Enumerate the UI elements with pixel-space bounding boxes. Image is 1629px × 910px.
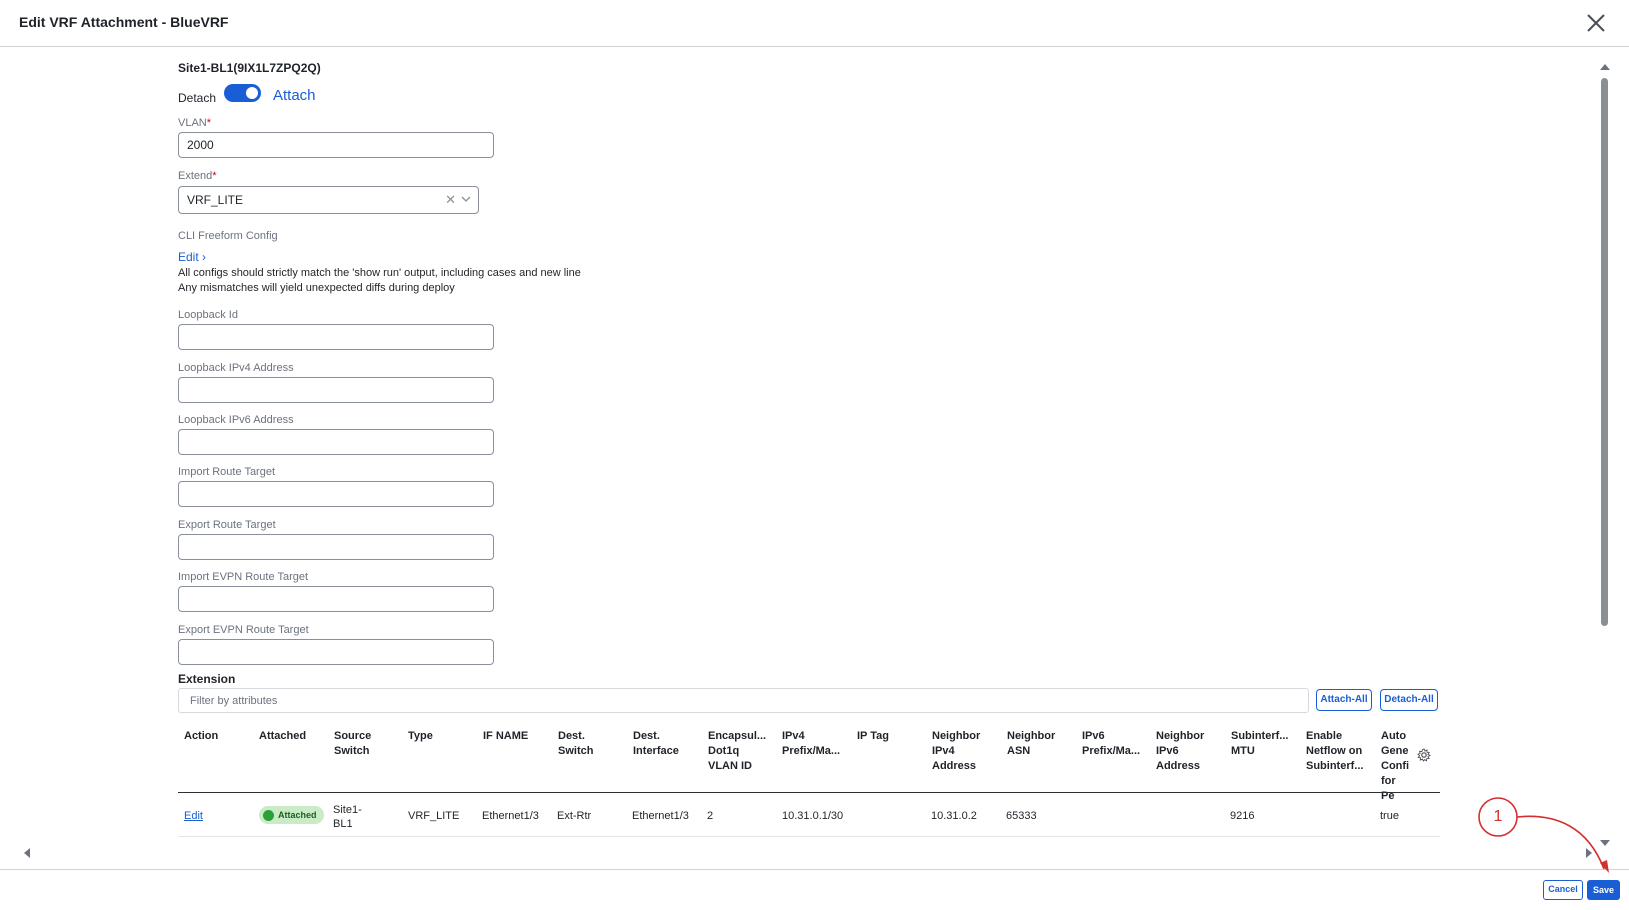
- required-mark: *: [206, 117, 212, 129]
- filter-input[interactable]: Filter by attributes: [178, 688, 1309, 713]
- note-line-1: All configs should strictly match the 's…: [178, 267, 581, 279]
- column-header: Enable Netflow on Subinterf...: [1306, 730, 1364, 772]
- attach-toggle[interactable]: [224, 84, 261, 102]
- vertical-scrollbar[interactable]: [1598, 60, 1612, 850]
- cell-dest-switch: Ext-Rtr: [557, 810, 592, 822]
- cell-type: VRF_LITE: [408, 810, 460, 822]
- dialog-footer: Cancel Save: [0, 869, 1629, 910]
- import-evpn-rt-input[interactable]: [178, 586, 494, 612]
- cell-mtu: 9216: [1230, 810, 1255, 822]
- attach-label: Attach: [273, 87, 316, 104]
- note-line-2: Any mismatches will yield unexpected dif…: [178, 282, 455, 294]
- extend-value: VRF_LITE: [187, 193, 244, 207]
- loopback-ipv4-input[interactable]: [178, 377, 494, 403]
- cell-source-switch: Site1- BL1: [333, 804, 362, 830]
- row-divider: [178, 836, 1440, 837]
- loopback-ipv4-label: Loopback IPv4 Address: [178, 362, 294, 374]
- cell-auto-generate: true: [1380, 810, 1399, 822]
- cell-dest-interface: Ethernet1/3: [632, 810, 689, 822]
- close-icon[interactable]: [1585, 12, 1607, 34]
- export-evpn-rt-input[interactable]: [178, 639, 494, 665]
- column-header: Neighbor IPv4 Address: [932, 730, 981, 772]
- cell-neighbor-ipv4: 10.31.0.2: [931, 810, 977, 822]
- column-header: Neighbor ASN: [1007, 730, 1056, 757]
- column-header: Dest. Interface: [633, 730, 679, 757]
- column-header: Neighbor IPv6 Address: [1156, 730, 1205, 772]
- export-rt-input[interactable]: [178, 534, 494, 560]
- loopback-ipv6-label: Loopback IPv6 Address: [178, 414, 294, 426]
- clear-icon[interactable]: ✕: [445, 192, 456, 208]
- status-badge: Attached: [259, 806, 324, 824]
- vlan-input[interactable]: 2000: [178, 132, 494, 158]
- column-header: Attached: [259, 730, 307, 742]
- column-header: Dest. Switch: [558, 730, 594, 757]
- column-header: Encapsul... Dot1q VLAN ID: [708, 730, 767, 772]
- column-header: Subinterf... MTU: [1231, 730, 1289, 757]
- detach-label: Detach: [178, 91, 217, 105]
- extension-title: Extension: [178, 672, 236, 686]
- loopback-id-label: Loopback Id: [178, 309, 238, 321]
- vlan-label: VLAN*: [178, 117, 212, 129]
- column-header: Action: [184, 730, 219, 742]
- loopback-id-input[interactable]: [178, 324, 494, 350]
- cancel-button[interactable]: Cancel: [1543, 880, 1583, 900]
- column-header: IPv4 Prefix/Ma...: [782, 730, 841, 757]
- import-evpn-rt-label: Import EVPN Route Target: [178, 571, 309, 583]
- horizontal-scrollbar[interactable]: [18, 846, 1598, 860]
- status-dot-icon: [263, 809, 274, 821]
- row-edit-link[interactable]: Edit: [184, 810, 203, 822]
- loopback-ipv6-input[interactable]: [178, 429, 494, 455]
- dialog-header: Edit VRF Attachment - BlueVRF: [0, 0, 1629, 47]
- switch-name: Site1-BL1(9IX1L7ZPQ2Q): [178, 61, 321, 75]
- column-header: IF NAME: [483, 730, 529, 742]
- toggle-knob: [246, 87, 258, 99]
- cli-freeform-label: CLI Freeform Config: [178, 230, 278, 242]
- export-evpn-rt-label: Export EVPN Route Target: [178, 624, 309, 636]
- cell-neighbor-asn: 65333: [1006, 810, 1037, 822]
- save-button[interactable]: Save: [1587, 880, 1620, 900]
- extend-select[interactable]: VRF_LITE ✕: [178, 186, 479, 214]
- annotation-step-number: 1: [1493, 808, 1503, 825]
- chevron-right-icon: ›: [202, 250, 207, 264]
- detach-all-button[interactable]: Detach-All: [1380, 689, 1438, 711]
- export-rt-label: Export Route Target: [178, 519, 276, 531]
- cell-ipv4-prefix: 10.31.0.1/30: [782, 810, 844, 822]
- header-divider: [178, 792, 1440, 793]
- scroll-up-icon[interactable]: [1600, 64, 1610, 70]
- import-rt-input[interactable]: [178, 481, 494, 507]
- chevron-down-icon[interactable]: [460, 193, 472, 205]
- scroll-left-icon[interactable]: [24, 848, 30, 858]
- scroll-thumb[interactable]: [1601, 78, 1608, 626]
- cell-if-name: Ethernet1/3: [482, 810, 539, 822]
- column-header: Type: [408, 730, 433, 742]
- column-header: IP Tag: [857, 730, 889, 742]
- required-mark: *: [212, 170, 217, 182]
- column-header: IPv6 Prefix/Ma...: [1082, 730, 1141, 757]
- import-rt-label: Import Route Target: [178, 466, 276, 478]
- cli-edit-link[interactable]: Edit ›: [178, 250, 206, 264]
- column-header: Source Switch: [334, 730, 372, 757]
- attach-all-button[interactable]: Attach-All: [1316, 689, 1372, 711]
- dialog-title: Edit VRF Attachment - BlueVRF: [19, 14, 229, 30]
- extend-label: Extend*: [178, 170, 217, 182]
- gear-icon[interactable]: [1417, 748, 1431, 762]
- cell-vlan-id: 2: [707, 810, 714, 822]
